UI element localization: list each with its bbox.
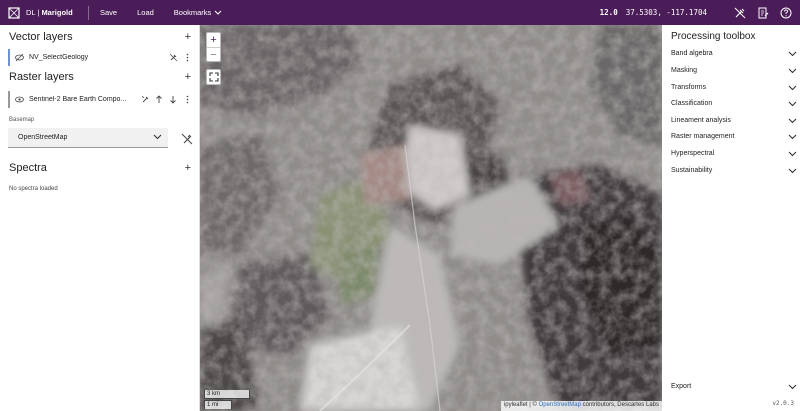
attribution-suffix: contributors, Descartes Labs (580, 402, 659, 408)
vector-layer-row[interactable]: NV_SelectGeology (8, 49, 192, 66)
vector-layer-label: NV_SelectGeology (29, 54, 89, 61)
accordion-hyperspectral[interactable]: Hyperspectral (671, 145, 797, 162)
help-icon[interactable] (780, 7, 792, 19)
logo-mark-icon (8, 6, 20, 19)
fullscreen-icon (208, 72, 219, 82)
visibility-off-icon[interactable] (14, 53, 24, 63)
move-down-icon[interactable] (168, 95, 178, 105)
spectra-empty-note: No spectra loaded (9, 186, 58, 192)
raster-layers-header: Raster layers + (9, 71, 191, 83)
map-attribution: ipyleaflet | © OpenStreetMap contributor… (500, 401, 662, 411)
accordion-export[interactable]: Export (671, 378, 797, 395)
accordion-label: Band algebra (671, 50, 713, 57)
accordion-band-algebra[interactable]: Band algebra (671, 45, 797, 62)
style-icon[interactable] (140, 95, 150, 105)
add-raster-layer-button[interactable]: + (185, 71, 191, 83)
more-options-icon[interactable] (182, 53, 192, 63)
accordion-label: Masking (671, 67, 698, 74)
accordion-masking[interactable]: Masking (671, 62, 797, 79)
draw-off-icon[interactable] (734, 7, 746, 19)
add-vector-layer-button[interactable]: + (185, 31, 191, 43)
satellite-imagery (200, 25, 662, 411)
osm-link[interactable]: OpenStreetMap (539, 402, 581, 408)
move-up-icon[interactable] (154, 95, 164, 105)
accordion-lineament-analysis[interactable]: Lineament analysis (671, 112, 797, 129)
vector-layers-title: Vector layers (9, 31, 73, 43)
map-view[interactable]: + − 3 km 1 mi ipyleaflet | © OpenStreetM… (200, 25, 662, 411)
visibility-icon[interactable] (14, 95, 24, 105)
accordion-sustainability[interactable]: Sustainability (671, 162, 797, 179)
chevron-down-icon (153, 134, 162, 140)
chevron-down-icon (788, 134, 797, 139)
save-menu[interactable]: Save (100, 8, 117, 17)
accordion-label: Raster management (671, 133, 735, 140)
accordion-label: Transforms (671, 84, 707, 91)
raster-layer-label: Sentinel-2 Bare Earth Compo... (29, 96, 127, 103)
document-edit-icon[interactable] (757, 7, 769, 19)
vector-layers-header: Vector layers + (9, 31, 191, 43)
accordion-label: Lineament analysis (671, 117, 731, 124)
chevron-down-icon (788, 101, 797, 106)
version-label: v2.0.3 (772, 400, 794, 407)
accordion-raster-management[interactable]: Raster management (671, 128, 797, 145)
accordion-classification[interactable]: Classification (671, 95, 797, 112)
more-options-icon[interactable] (182, 95, 192, 105)
chevron-down-icon (788, 118, 797, 123)
bookmarks-menu[interactable]: Bookmarks (174, 8, 223, 17)
layers-panel: Vector layers + NV_SelectGeology Raster … (0, 25, 200, 411)
chevron-down-icon (788, 68, 797, 73)
zoom-in-button[interactable]: + (207, 33, 220, 47)
raster-layer-row[interactable]: Sentinel-2 Bare Earth Compo... (8, 91, 192, 108)
bookmarks-label: Bookmarks (173, 8, 212, 17)
scale-mi: 1 mi (204, 400, 232, 409)
chevron-down-icon (788, 85, 797, 90)
load-menu[interactable]: Load (137, 8, 154, 17)
chevron-down-icon (214, 10, 222, 15)
style-off-icon[interactable] (168, 53, 178, 63)
zoom-control: + − (206, 32, 221, 62)
topbar-divider (88, 5, 89, 20)
accordion-label: Hyperspectral (671, 150, 715, 157)
chevron-down-icon (788, 151, 797, 156)
fullscreen-button[interactable] (207, 70, 220, 84)
attribution-prefix[interactable]: ipyleaflet | © (504, 402, 539, 408)
zoom-out-button[interactable]: − (207, 47, 220, 61)
basemap-style-off-icon[interactable] (181, 133, 193, 145)
accordion-transforms[interactable]: Transforms (671, 79, 797, 96)
topbar-tools: 12.0 37.5303, -117.1704 (600, 0, 792, 25)
basemap-value: OpenStreetMap (18, 134, 68, 141)
basemap-select[interactable]: OpenStreetMap (8, 128, 168, 148)
accordion-label: Sustainability (671, 167, 713, 174)
basemap-label: Basemap (9, 117, 35, 123)
app-logo[interactable]: DL | Marigold (8, 6, 88, 19)
top-bar: DL | Marigold Save Load Bookmarks 12.0 3… (0, 0, 800, 25)
spectra-title: Spectra (9, 162, 47, 174)
cursor-coordinates: 37.5303, -117.1704 (625, 8, 707, 17)
accordion-label: Export (671, 383, 692, 390)
fullscreen-control (206, 69, 221, 85)
toolbox-title: Processing toolbox (671, 31, 756, 42)
processing-toolbox-panel: Processing toolbox Band algebra Masking … (662, 25, 800, 411)
chevron-down-icon (788, 51, 797, 56)
spectra-header: Spectra + (9, 162, 191, 174)
chevron-down-icon (788, 168, 797, 173)
zoom-level: 12.0 (599, 8, 618, 17)
add-spectra-button[interactable]: + (185, 162, 191, 174)
chevron-down-icon (788, 384, 797, 389)
brand-text: DL | Marigold (26, 8, 73, 17)
raster-layers-title: Raster layers (9, 71, 74, 83)
scale-km: 3 km (204, 390, 250, 399)
accordion-label: Classification (671, 100, 713, 107)
